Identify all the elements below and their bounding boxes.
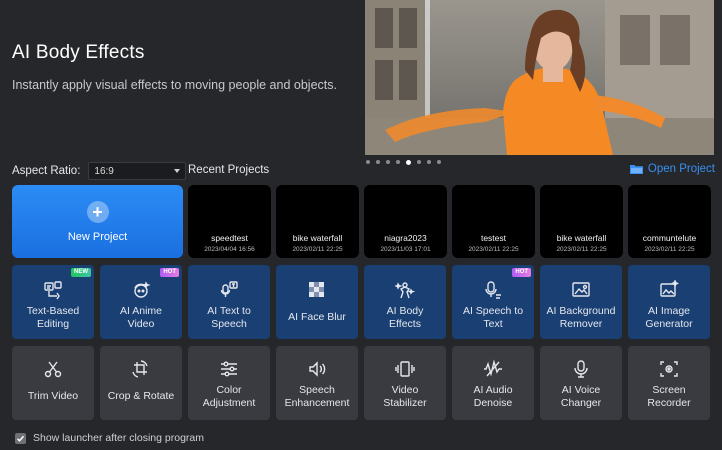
tool-label: Crop & Rotate (107, 390, 175, 402)
tool-label: AI Speech to Text (462, 305, 524, 330)
recent-project-card[interactable]: bike waterfall 2023/02/11 22:25 (276, 185, 359, 258)
recent-project-card[interactable]: speedtest 2023/04/04 16:56 (188, 185, 271, 258)
aspect-ratio-value: 16:9 (94, 165, 114, 177)
tool-label: AI Anime Video (119, 305, 163, 330)
tool-ai-speech-to-text[interactable]: HOT AI Speech to Text (452, 265, 534, 339)
carousel-dot[interactable] (437, 160, 441, 164)
new-badge: NEW (71, 268, 91, 277)
recent-project-name: speedtest (211, 233, 248, 243)
tool-label: AI Background Remover (546, 305, 616, 330)
image-generator-icon (658, 280, 680, 300)
scissors-icon (42, 359, 64, 379)
recent-project-date: 2023/02/11 22:25 (292, 246, 343, 253)
hero-subtitle: Instantly apply visual effects to moving… (12, 78, 337, 92)
recent-project-card[interactable]: bike waterfall 2023/02/11 22:25 (540, 185, 623, 258)
tool-label: Color Adjustment (202, 384, 256, 409)
carousel-dot[interactable] (386, 160, 390, 164)
tool-label: AI Audio Denoise (473, 384, 513, 409)
recent-project-date: 2023/04/04 16:56 (204, 246, 255, 253)
tool-ai-background-remover[interactable]: AI Background Remover (540, 265, 622, 339)
aspect-ratio-label: Aspect Ratio: (12, 165, 81, 177)
show-launcher-checkbox[interactable] (15, 432, 26, 444)
carousel-dot[interactable] (406, 159, 411, 165)
tool-screen-recorder[interactable]: Screen Recorder (628, 346, 710, 420)
tool-label: Screen Recorder (647, 384, 691, 409)
tool-label: AI Body Effects (386, 305, 424, 330)
hero-title: AI Body Effects (12, 42, 145, 63)
recent-project-date: 2023/11/03 17:01 (380, 246, 431, 253)
face-blur-icon (306, 280, 328, 300)
tool-ai-audio-denoise[interactable]: AI Audio Denoise (452, 346, 534, 420)
carousel-dot[interactable] (427, 160, 431, 164)
tool-ai-body-effects[interactable]: AI Body Effects (364, 265, 446, 339)
tool-crop-rotate[interactable]: Crop & Rotate (100, 346, 182, 420)
screen-record-icon (658, 359, 680, 379)
tool-ai-image-generator[interactable]: AI Image Generator (628, 265, 710, 339)
audio-denoise-icon (482, 359, 504, 379)
aspect-ratio-select[interactable]: 16:9 (88, 162, 187, 180)
tool-label: AI Face Blur (288, 311, 346, 323)
tool-ai-face-blur[interactable]: AI Face Blur (276, 265, 358, 339)
tool-label: Text-Based Editing (26, 305, 80, 330)
recent-project-name: bike waterfall (556, 233, 607, 243)
hot-badge: HOT (160, 268, 179, 277)
tool-label: AI Image Generator (645, 305, 693, 330)
open-project-link[interactable]: Open Project (629, 163, 715, 175)
aspect-ratio-row: Aspect Ratio: 16:9 (12, 162, 187, 180)
hot-badge: HOT (512, 268, 531, 277)
chevron-down-icon (174, 169, 181, 173)
tool-label: AI Voice Changer (560, 384, 602, 409)
recent-projects-label: Recent Projects (188, 164, 270, 176)
tool-label: Video Stabilizer (383, 384, 427, 409)
plus-icon: + (86, 200, 109, 223)
new-project-label: New Project (67, 230, 128, 243)
show-launcher-option[interactable]: Show launcher after closing program (15, 432, 204, 444)
recent-project-card[interactable]: testest 2023/02/11 22:25 (452, 185, 535, 258)
recent-project-date: 2023/02/11 22:25 (644, 246, 695, 253)
background-remover-icon (570, 280, 592, 300)
microphone-icon (570, 359, 592, 379)
tool-speech-enhancement[interactable]: Speech Enhancement (276, 346, 358, 420)
text-edit-icon (42, 280, 64, 300)
sliders-icon (218, 359, 240, 379)
crop-rotate-icon (130, 359, 152, 379)
checkmark-icon (16, 435, 25, 442)
tool-video-stabilizer[interactable]: Video Stabilizer (364, 346, 446, 420)
open-project-label: Open Project (647, 163, 715, 175)
stabilizer-icon (394, 359, 416, 379)
new-project-button[interactable]: + New Project (12, 185, 183, 258)
text-to-speech-icon (218, 280, 240, 300)
tool-ai-text-to-speech[interactable]: AI Text to Speech (188, 265, 270, 339)
carousel-dot[interactable] (376, 160, 380, 164)
show-launcher-label: Show launcher after closing program (33, 432, 205, 444)
recent-project-name: communtelute (642, 233, 697, 243)
tool-ai-anime-video[interactable]: HOT AI Anime Video (100, 265, 182, 339)
recent-project-date: 2023/02/11 22:25 (468, 246, 519, 253)
tool-ai-voice-changer[interactable]: AI Voice Changer (540, 346, 622, 420)
speech-enhance-icon (306, 359, 328, 379)
body-effects-icon (394, 280, 416, 300)
recent-project-name: niagra2023 (384, 233, 427, 243)
hero-text: AI Body Effects Instantly apply visual e… (12, 42, 352, 92)
recent-project-name: bike waterfall (292, 233, 343, 243)
carousel-dot[interactable] (396, 160, 400, 164)
recent-project-date: 2023/02/11 22:25 (556, 246, 607, 253)
carousel-dot[interactable] (417, 160, 421, 164)
carousel-dot[interactable] (366, 160, 370, 164)
tool-color-adjustment[interactable]: Color Adjustment (188, 346, 270, 420)
recent-project-card[interactable]: communtelute 2023/02/11 22:25 (628, 185, 711, 258)
folder-icon (629, 165, 643, 174)
tool-label: AI Text to Speech (207, 305, 251, 330)
tool-trim-video[interactable]: Trim Video (12, 346, 94, 420)
anime-icon (130, 280, 152, 300)
tool-label: Speech Enhancement (284, 384, 350, 409)
feature-preview-image[interactable] (365, 0, 714, 155)
tool-text-based-editing[interactable]: NEW Text-Based Editing (12, 265, 94, 339)
carousel-dots[interactable] (365, 159, 445, 168)
speech-to-text-icon (482, 280, 504, 300)
recent-project-name: testest (480, 233, 507, 243)
tool-label: Trim Video (27, 390, 79, 402)
recent-project-card[interactable]: niagra2023 2023/11/03 17:01 (364, 185, 447, 258)
